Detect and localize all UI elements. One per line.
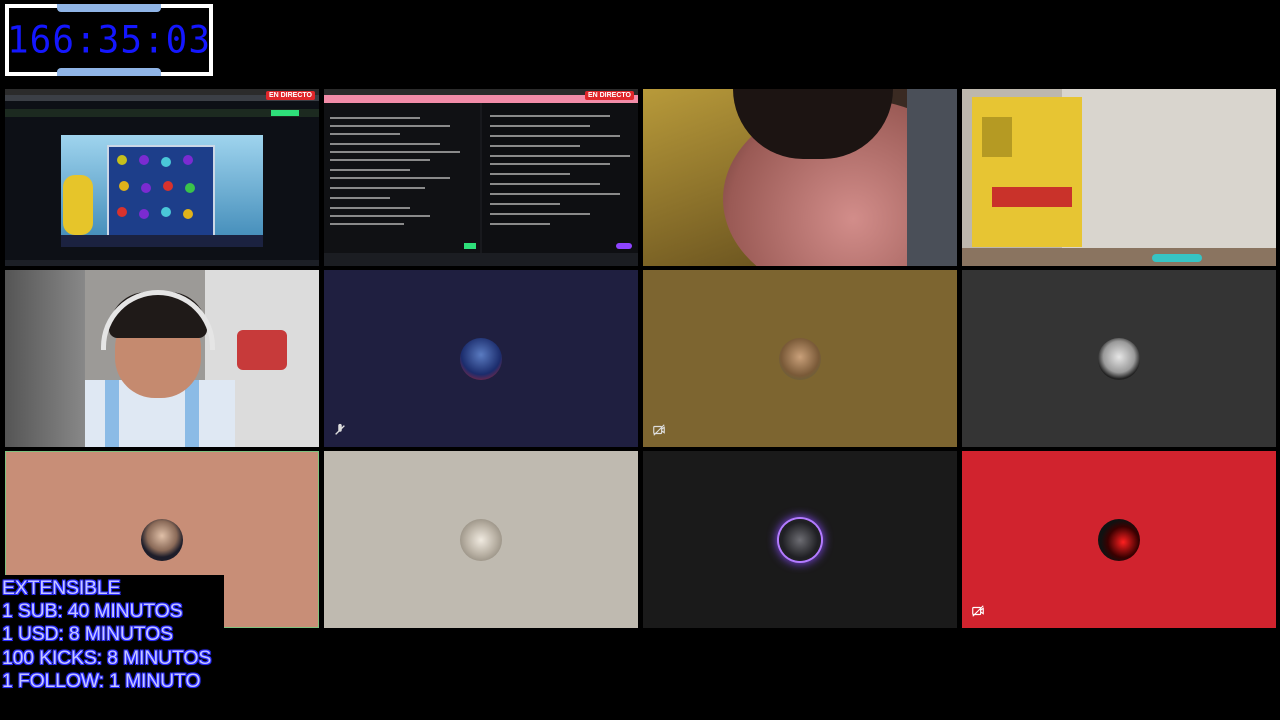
- chat-panel-right: [482, 103, 638, 253]
- webcam-sleeping-person[interactable]: [643, 89, 957, 266]
- rule-kicks: 100 KICKS: 8 MINUTOS: [2, 646, 212, 669]
- avatar: [1098, 518, 1140, 561]
- slot-game-window: [61, 135, 263, 247]
- webcam-headphones-person[interactable]: [5, 270, 319, 447]
- chat-panel-left: [324, 103, 480, 253]
- timer-value: 166:35:03: [6, 18, 212, 62]
- banana-character: [63, 175, 93, 235]
- rule-follow: 1 FOLLOW: 1 MINUTO: [2, 669, 201, 692]
- headphones: [101, 290, 215, 350]
- site-header: [5, 109, 319, 117]
- rule-usd: 1 USD: 8 MINUTOS: [2, 623, 173, 646]
- webcam-lego-building[interactable]: [962, 89, 1276, 266]
- avatar: [1098, 337, 1140, 380]
- avatar: [141, 518, 183, 561]
- teal-object: [1152, 254, 1202, 262]
- slot-control-bar: [61, 235, 263, 247]
- countdown-timer: 166:35:03: [5, 4, 213, 76]
- participant-tile-6[interactable]: [643, 451, 957, 628]
- participant-tile-7[interactable]: [962, 451, 1276, 628]
- avatar: [779, 337, 821, 380]
- participant-tile-5[interactable]: [324, 451, 638, 628]
- live-badge: EN DIRECTO: [265, 91, 315, 100]
- taskbar: [324, 253, 638, 266]
- avatar: [460, 518, 502, 561]
- camera-off-icon: [651, 423, 667, 439]
- timer-cap-bottom: [57, 68, 161, 76]
- extensible-rules-panel: EXTENSIBLE 1 SUB: 40 MINUTOS 1 USD: 8 MI…: [0, 575, 224, 693]
- rules-title: EXTENSIBLE: [2, 577, 121, 599]
- camera-off-icon: [970, 604, 986, 620]
- rule-sub: 1 SUB: 40 MINUTOS: [2, 600, 183, 623]
- participant-tile-3[interactable]: [962, 270, 1276, 447]
- lego-model: [972, 97, 1082, 247]
- timer-cap-top: [57, 4, 161, 12]
- curtain: [5, 270, 85, 447]
- slot-reels: [107, 145, 215, 237]
- avatar-speaking: [779, 518, 821, 561]
- background-wall: [907, 89, 957, 266]
- screen-share-chat[interactable]: EN DIRECTO: [324, 89, 638, 266]
- taskbar: [5, 260, 319, 266]
- shirt: [1062, 89, 1276, 266]
- live-badge: EN DIRECTO: [584, 91, 634, 100]
- site-button: [271, 110, 299, 116]
- avatar: [460, 337, 502, 380]
- participant-tile-1[interactable]: [324, 270, 638, 447]
- participant-tile-2[interactable]: [643, 270, 957, 447]
- mic-muted-icon: [332, 423, 348, 439]
- screen-share-slot-game[interactable]: EN DIRECTO: [5, 89, 319, 266]
- table: [962, 248, 1276, 266]
- timer-display: 166:35:03: [6, 8, 212, 72]
- red-object: [237, 330, 287, 370]
